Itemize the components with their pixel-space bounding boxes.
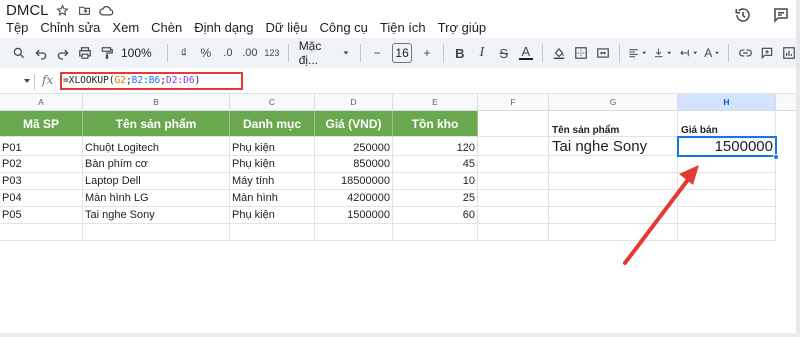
arrow-head — [679, 165, 699, 185]
annotation-arrow — [623, 165, 699, 265]
window-edge — [796, 0, 800, 337]
arrow-shaft — [623, 175, 692, 265]
window-edge — [0, 333, 800, 337]
